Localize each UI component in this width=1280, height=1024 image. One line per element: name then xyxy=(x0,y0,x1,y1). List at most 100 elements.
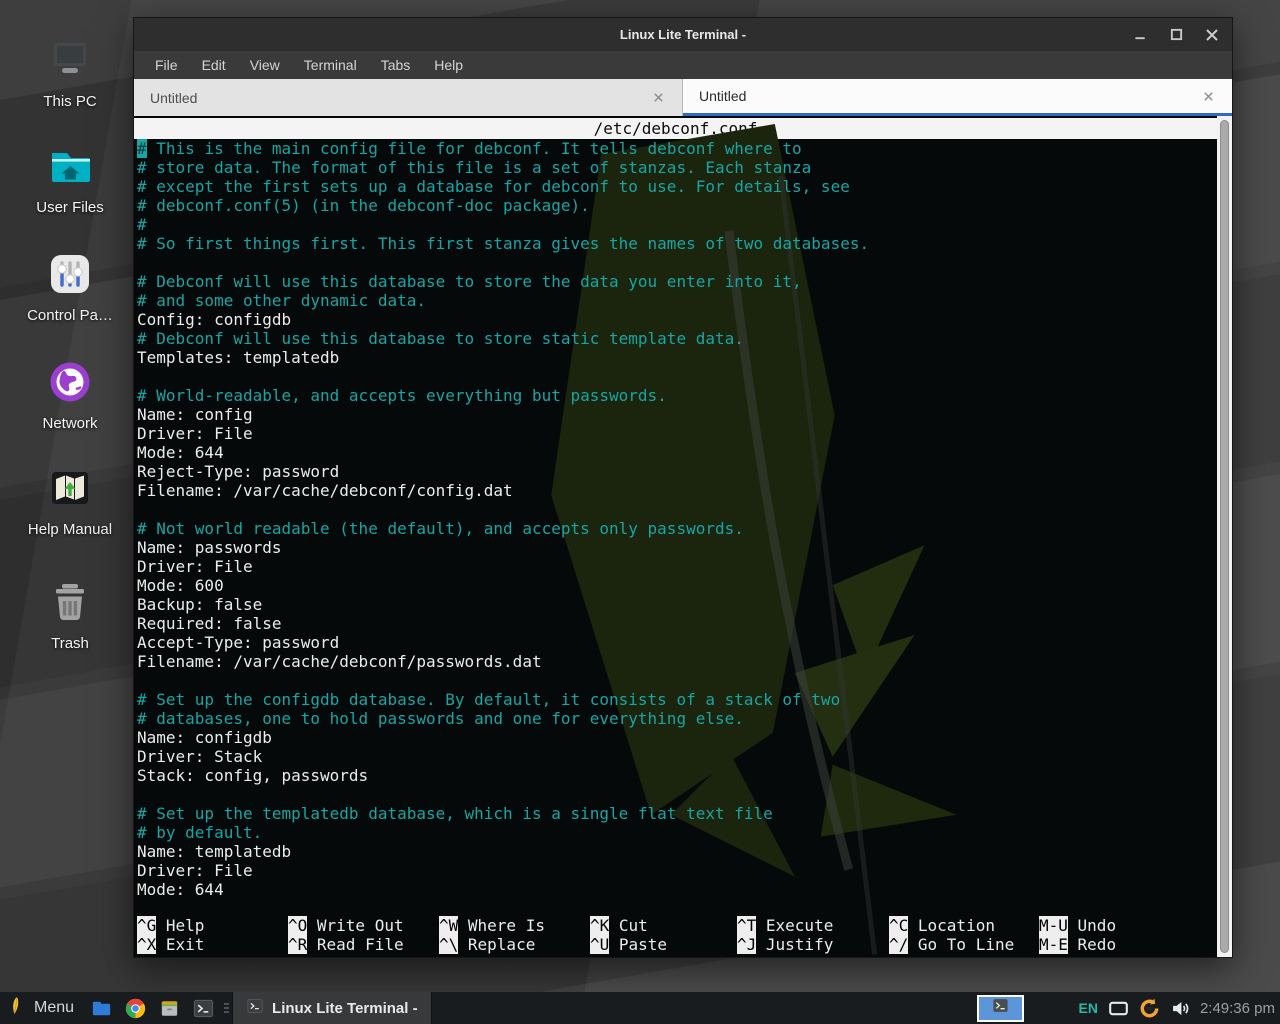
nano-editor[interactable]: /etc/debconf.conf GNU nano 7.2 # This is… xyxy=(134,116,1217,957)
terminal-line xyxy=(137,253,1217,272)
shortcut-column: ^T Execute^J Justify xyxy=(737,916,889,954)
terminal-window: Linux Lite Terminal - FileEditViewTermin… xyxy=(133,17,1233,958)
nano-shortcut: ^U Paste xyxy=(590,935,737,954)
display-tray[interactable] xyxy=(1107,996,1131,1020)
terminal-line: Filename: /var/cache/debconf/passwords.d… xyxy=(137,652,1217,671)
terminal-line: Name: passwords xyxy=(137,538,1217,557)
shortcut-key: ^J xyxy=(737,935,756,954)
chrome-launcher[interactable] xyxy=(120,992,150,1024)
taskbar-window-button[interactable]: Linux Lite Terminal - xyxy=(232,992,432,1024)
system-tray xyxy=(1107,996,1200,1020)
maximize-icon xyxy=(1170,28,1183,41)
nano-shortcut: ^/ Go To Line xyxy=(889,935,1039,954)
shortcut-label: Replace xyxy=(458,935,535,954)
text-cursor: # xyxy=(137,139,147,158)
updates-tray[interactable] xyxy=(1138,996,1162,1020)
tab-close-button[interactable] xyxy=(1200,88,1216,104)
shortcut-label: Where Is xyxy=(458,916,545,935)
menu-help[interactable]: Help xyxy=(422,51,475,79)
start-menu-button[interactable]: Menu xyxy=(0,992,84,1024)
close-button[interactable] xyxy=(1204,27,1220,43)
terminal-mini-icon xyxy=(992,997,1009,1019)
menu-tabs[interactable]: Tabs xyxy=(369,51,423,79)
terminal-tab-1[interactable]: Untitled xyxy=(134,79,683,116)
shortcut-column: ^G Help^X Exit xyxy=(137,916,288,954)
nano-shortcut: ^J Justify xyxy=(737,935,889,954)
terminal-line: # Not world readable (the default), and … xyxy=(137,519,1217,538)
terminal-line: # store data. The format of this file is… xyxy=(137,158,1217,177)
maximize-button[interactable] xyxy=(1168,27,1184,43)
terminal-launcher[interactable] xyxy=(188,992,218,1024)
nano-shortcut: ^G Help xyxy=(137,916,288,935)
terminal-line: Driver: File xyxy=(137,861,1217,880)
terminal-line: Reject-Type: password xyxy=(137,462,1217,481)
terminal-line: Config: configdb xyxy=(137,310,1217,329)
shortcut-key: ^O xyxy=(288,916,307,935)
window-controls xyxy=(1132,18,1220,51)
nano-shortcut-bar: ^G Help^X Exit^O Write Out^R Read File^W… xyxy=(137,916,1217,954)
shortcut-label: Help xyxy=(156,916,204,935)
file-manager-launcher[interactable] xyxy=(154,992,184,1024)
terminal-line: # debconf.conf(5) (in the debconf-doc pa… xyxy=(137,196,1217,215)
desktop-icon-this-pc[interactable]: This PC xyxy=(0,36,140,110)
shortcut-key: ^G xyxy=(137,916,156,935)
volume-icon xyxy=(1170,998,1191,1019)
shortcut-label: Exit xyxy=(156,935,204,954)
keyboard-language-indicator[interactable]: EN xyxy=(1078,1000,1097,1016)
clock[interactable]: 2:49:36 pm xyxy=(1200,1000,1275,1017)
terminal-line: # So first things first. This first stan… xyxy=(137,234,1217,253)
desktop-icon-trash[interactable]: Trash xyxy=(0,578,140,652)
menu-bar: FileEditViewTerminalTabsHelp xyxy=(134,51,1232,79)
desktop-icon-network[interactable]: Network xyxy=(0,358,140,432)
shortcut-key: ^K xyxy=(590,916,609,935)
menu-terminal[interactable]: Terminal xyxy=(292,51,369,79)
terminal-line: Name: configdb xyxy=(137,728,1217,747)
shortcut-key: ^X xyxy=(137,935,156,954)
terminal-line: Name: config xyxy=(137,405,1217,424)
volume-tray[interactable] xyxy=(1169,996,1193,1020)
shortcut-label: Execute xyxy=(756,916,833,935)
window-titlebar[interactable]: Linux Lite Terminal - xyxy=(134,18,1232,51)
terminal-line: Mode: 600 xyxy=(137,576,1217,595)
linux-lite-feather-icon xyxy=(8,996,27,1020)
shortcut-column: ^C Location^/ Go To Line xyxy=(889,916,1039,954)
shortcut-key: M-U xyxy=(1039,916,1068,935)
terminal-scrollbar[interactable] xyxy=(1217,116,1232,957)
workspace-pager[interactable] xyxy=(977,995,1024,1022)
terminal-line: Templates: templatedb xyxy=(137,348,1217,367)
chrome-icon xyxy=(124,997,147,1020)
terminal-line: # Set up the templatedb database, which … xyxy=(137,804,1217,823)
desktop-icon-control-pa[interactable]: Control Pa… xyxy=(0,250,140,324)
shortcut-column: ^W Where Is^\ Replace xyxy=(439,916,590,954)
help-manual-icon xyxy=(46,464,94,512)
tab-close-button[interactable] xyxy=(650,90,666,106)
shortcut-key: ^C xyxy=(889,916,908,935)
minimize-button[interactable] xyxy=(1132,27,1148,43)
files-launcher[interactable] xyxy=(86,992,116,1024)
nano-shortcut: ^O Write Out xyxy=(288,916,439,935)
menu-file[interactable]: File xyxy=(143,51,190,79)
terminal-line: Filename: /var/cache/debconf/config.dat xyxy=(137,481,1217,500)
file-cabinet-icon xyxy=(158,997,181,1020)
terminal-line: # and some other dynamic data. xyxy=(137,291,1217,310)
minimize-icon xyxy=(1134,28,1147,41)
shortcut-label: Write Out xyxy=(307,916,403,935)
desktop-icon-user-files[interactable]: User Files xyxy=(0,142,140,216)
panel-drag-handle[interactable] xyxy=(222,992,230,1024)
menu-edit[interactable]: Edit xyxy=(190,51,238,79)
computer-icon xyxy=(46,36,94,84)
nano-text-buffer[interactable]: # This is the main config file for debco… xyxy=(134,139,1217,899)
scrollbar-thumb[interactable] xyxy=(1220,120,1229,953)
terminal-line: # Debconf will use this database to stor… xyxy=(137,272,1217,291)
terminal-screen[interactable]: /etc/debconf.conf GNU nano 7.2 # This is… xyxy=(134,116,1232,957)
terminal-line xyxy=(137,671,1217,690)
desktop-icon-help-manual[interactable]: Help Manual xyxy=(0,464,140,538)
desktop-icon-label: Help Manual xyxy=(28,521,112,538)
shortcut-key: M-E xyxy=(1039,935,1068,954)
nano-shortcut: M-E Redo xyxy=(1039,935,1217,954)
desktop-icon-label: This PC xyxy=(43,93,96,110)
window-title: Linux Lite Terminal - xyxy=(620,27,746,42)
menu-view[interactable]: View xyxy=(238,51,292,79)
quick-launchers xyxy=(84,992,220,1024)
terminal-tab-2[interactable]: Untitled xyxy=(683,79,1232,116)
